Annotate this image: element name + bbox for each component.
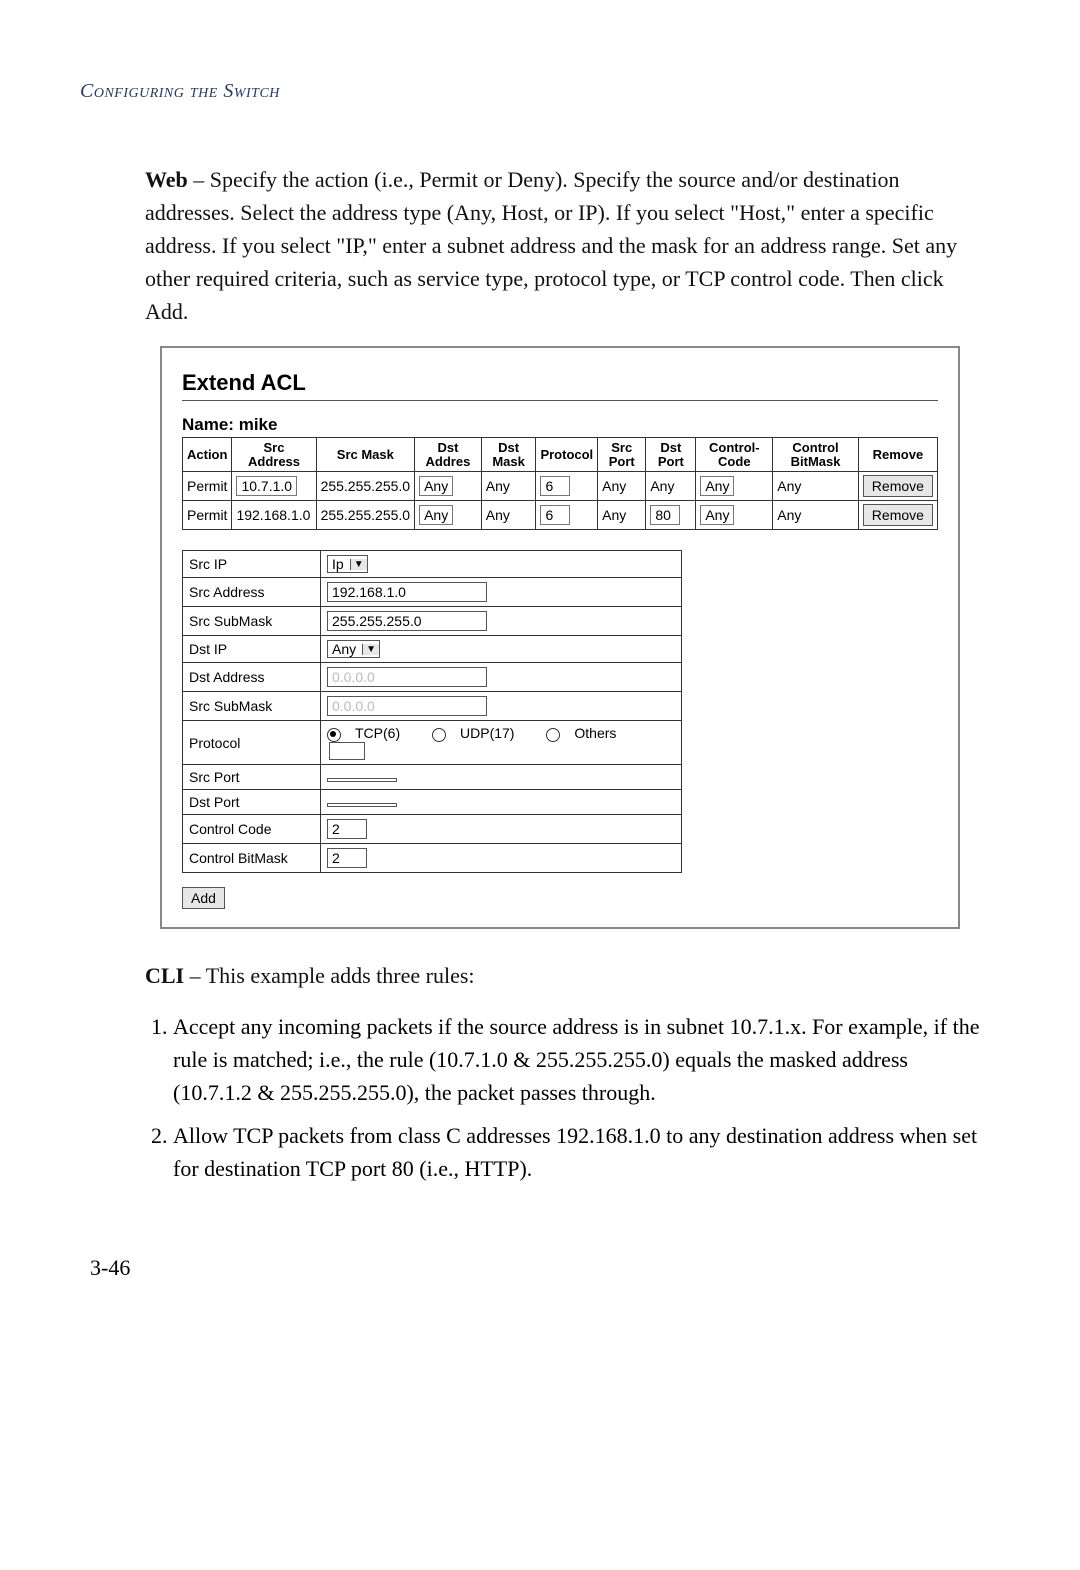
dst-address-input[interactable]: 0.0.0.0 [327,667,487,687]
dst-addr-field[interactable]: Any [419,505,453,525]
cell-ccode: Any [696,472,773,501]
dst-port-input[interactable] [327,803,397,807]
control-code-label: Control Code [183,814,321,843]
acl-name-line: Name: mike [182,415,938,435]
protocol-field[interactable]: 6 [540,505,570,525]
protocol-tcp-label: TCP(6) [355,725,400,741]
th-dst-mask: Dst Mask [481,438,536,472]
remove-button[interactable]: Remove [863,475,933,497]
intro-prefix: Web [145,167,188,192]
protocol-udp-radio[interactable] [432,728,446,742]
cli-rules-list: Accept any incoming packets if the sourc… [145,1010,990,1185]
cell-src-addr: 10.7.1.0 [232,472,316,501]
src-address-input[interactable]: 192.168.1.0 [327,582,487,602]
name-value: mike [239,415,278,434]
src-ip-label: Src IP [183,551,321,578]
dst-port-label: Dst Port [183,789,321,814]
protocol-field[interactable]: 6 [540,476,570,496]
cell-action: Permit [183,501,232,530]
dst-ip-label: Dst IP [183,636,321,663]
acl-rules-table: Action Src Address Src Mask Dst Addres D… [182,437,938,530]
dst-submask-input[interactable]: 0.0.0.0 [327,696,487,716]
src-submask-label: Src SubMask [183,607,321,636]
cell-src-port: Any [598,501,646,530]
cell-dst-mask: Any [481,501,536,530]
ccode-field[interactable]: Any [700,505,734,525]
cell-ccode: Any [696,501,773,530]
th-protocol: Protocol [536,438,598,472]
cell-dst-port: Any [646,472,696,501]
list-item: Accept any incoming packets if the sourc… [173,1010,990,1109]
protocol-tcp-radio[interactable] [327,728,341,742]
list-item: Allow TCP packets from class C addresses… [173,1119,990,1185]
cell-remove: Remove [858,501,937,530]
table-row: Permit 10.7.1.0 255.255.255.0 Any Any 6 … [183,472,938,501]
acl-form: Src IP Ip▼ Src Address 192.168.1.0 Src S… [182,550,682,873]
cell-action: Permit [183,472,232,501]
chevron-down-icon: ▼ [350,559,367,570]
cell-dst-mask: Any [481,472,536,501]
protocol-others-input[interactable] [329,742,365,760]
intro-paragraph: Web – Specify the action (i.e., Permit o… [145,163,990,328]
cell-dst-port: 80 [646,501,696,530]
th-src-address: Src Address [232,438,316,472]
chevron-down-icon: ▼ [362,644,379,655]
protocol-others-label: Others [574,725,616,741]
intro-text: – Specify the action (i.e., Permit or De… [145,167,957,324]
cell-src-addr: 192.168.1.0 [232,501,316,530]
src-port-label: Src Port [183,764,321,789]
dst-port-field[interactable]: 80 [650,505,680,525]
th-dst-port: Dst Port [646,438,696,472]
table-row: Permit 192.168.1.0 255.255.255.0 Any Any… [183,501,938,530]
cell-src-mask: 255.255.255.0 [316,501,415,530]
running-head: Configuring the Switch [80,80,990,103]
name-label: Name: [182,415,234,434]
th-src-port: Src Port [598,438,646,472]
th-control-code: Control-Code [696,438,773,472]
ccode-field[interactable]: Any [700,476,734,496]
extend-acl-panel: Extend ACL Name: mike Action Src Address… [160,346,960,929]
src-port-input[interactable] [327,778,397,782]
cell-cbitmask: Any [773,501,859,530]
cli-intro: CLI – This example adds three rules: [145,959,990,992]
add-button[interactable]: Add [182,887,225,909]
panel-title: Extend ACL [182,370,938,396]
cli-text: – This example adds three rules: [184,963,474,988]
cell-src-port: Any [598,472,646,501]
dst-address-label: Dst Address [183,663,321,692]
src-ip-select[interactable]: Ip▼ [327,555,368,573]
cell-src-mask: 255.255.255.0 [316,472,415,501]
control-bitmask-input[interactable]: 2 [327,848,367,868]
src-ip-cell: Ip▼ [321,551,682,578]
th-action: Action [183,438,232,472]
page-number: 3-46 [90,1255,990,1281]
divider [182,400,938,401]
table-header-row: Action Src Address Src Mask Dst Addres D… [183,438,938,472]
cell-dst-addr: Any [415,501,482,530]
th-remove: Remove [858,438,937,472]
cli-prefix: CLI [145,963,184,988]
cell-dst-addr: Any [415,472,482,501]
src-addr-field[interactable]: 10.7.1.0 [236,476,297,496]
cell-protocol: 6 [536,501,598,530]
dst-addr-field[interactable]: Any [419,476,453,496]
protocol-label: Protocol [183,721,321,765]
th-src-mask: Src Mask [316,438,415,472]
src-submask-input[interactable]: 255.255.255.0 [327,611,487,631]
protocol-others-radio[interactable] [546,728,560,742]
cell-remove: Remove [858,472,937,501]
protocol-udp-label: UDP(17) [460,725,514,741]
control-code-input[interactable]: 2 [327,819,367,839]
dst-ip-select[interactable]: Any▼ [327,640,380,658]
th-control-bitmask: Control BitMask [773,438,859,472]
dst-submask-label: Src SubMask [183,692,321,721]
remove-button[interactable]: Remove [863,504,933,526]
cell-cbitmask: Any [773,472,859,501]
cell-protocol: 6 [536,472,598,501]
th-dst-addres: Dst Addres [415,438,482,472]
protocol-radio-group: TCP(6) UDP(17) Others [321,721,682,765]
src-address-label: Src Address [183,578,321,607]
control-bitmask-label: Control BitMask [183,843,321,872]
